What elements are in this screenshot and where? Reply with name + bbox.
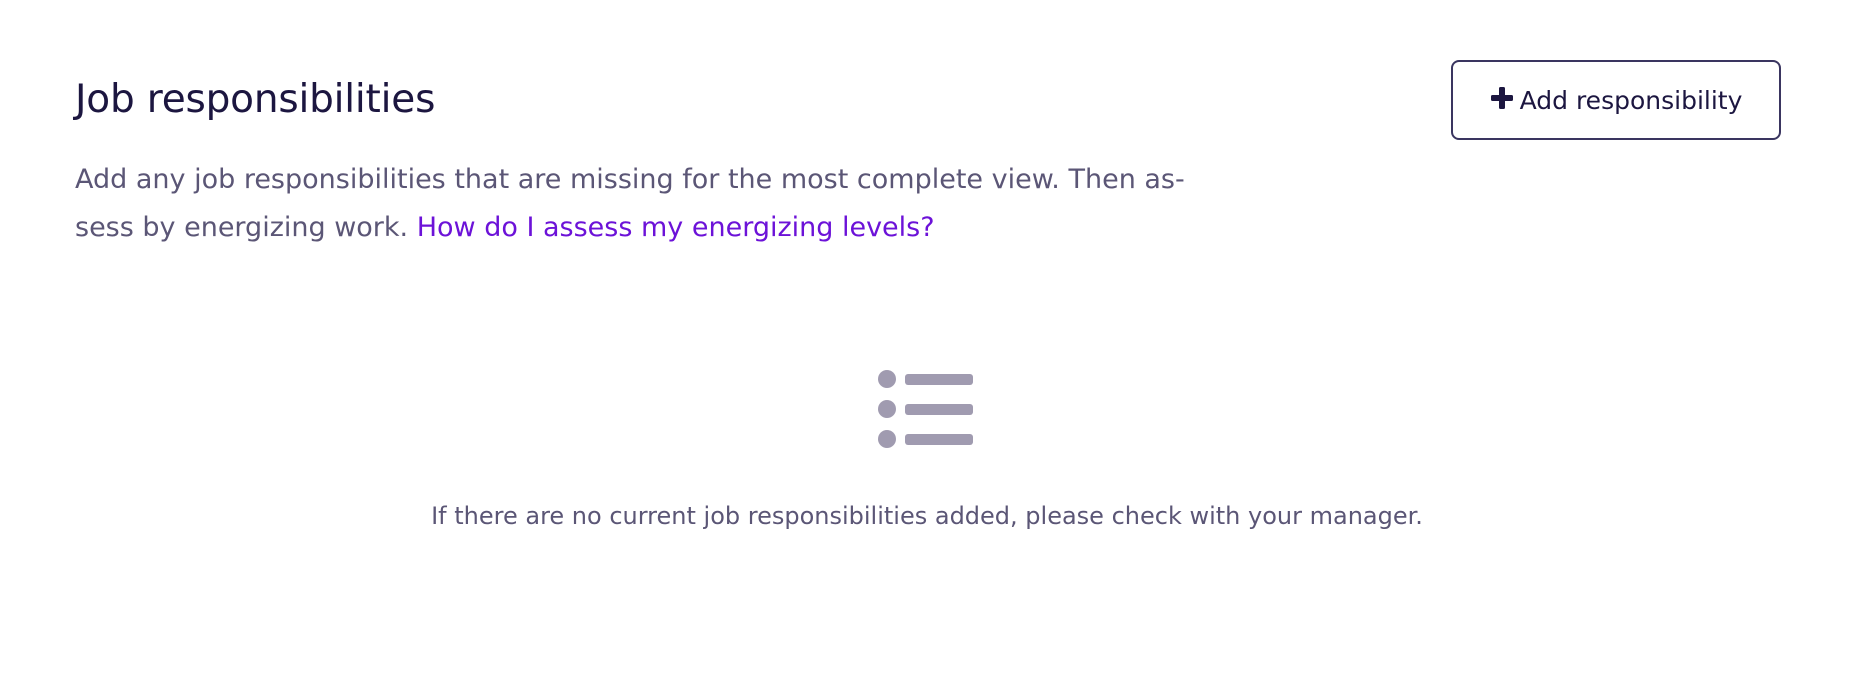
assess-energizing-levels-link[interactable]: How do I assess my energizing levels?	[417, 212, 935, 243]
description: Add any job responsibilities that are mi…	[75, 156, 1205, 252]
empty-state-message: If there are no current job responsibili…	[431, 502, 1423, 530]
plus-icon	[1490, 86, 1514, 110]
add-responsibility-button[interactable]: Add responsibility	[1451, 60, 1781, 140]
list-icon	[878, 370, 973, 448]
add-responsibility-label: Add responsibility	[1519, 85, 1743, 115]
page-title: Job responsibilities	[75, 77, 436, 122]
empty-state: If there are no current job responsibili…	[0, 368, 1854, 532]
